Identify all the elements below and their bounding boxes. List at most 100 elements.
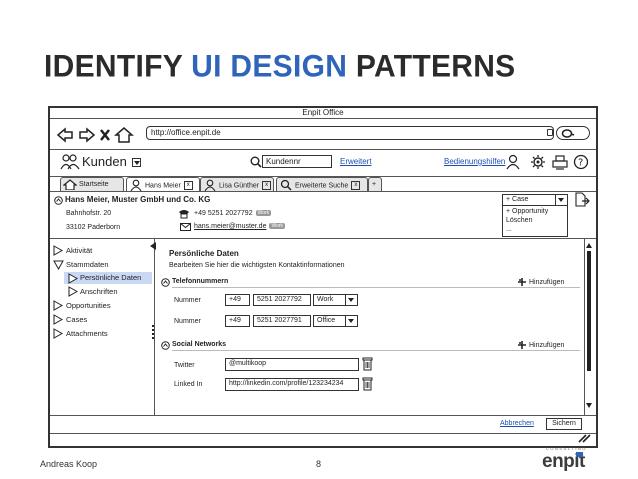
phone-row-label: Nummer [174, 318, 201, 325]
add-icon [518, 278, 526, 286]
nav-item-anschriften[interactable]: Anschriften [68, 286, 118, 297]
search-icon [280, 179, 292, 191]
section-divider [172, 350, 580, 351]
tab-label: Erweiterte Suche [295, 182, 349, 190]
customer-street: Bahnhofstr. 20 [66, 210, 112, 217]
case-option-loeschen[interactable]: Löschen [506, 216, 564, 225]
nav-item-aktivitaet[interactable]: Aktivität [53, 245, 93, 256]
tab-startseite[interactable]: Startseite [60, 177, 124, 191]
trash-icon[interactable] [362, 357, 373, 371]
vertical-scrollbar[interactable] [584, 239, 594, 415]
phone-prefix-input[interactable]: +49 [225, 315, 250, 327]
chevron-down-icon [555, 195, 567, 205]
add-label: Hinzufügen [528, 341, 565, 349]
phone-section-title: Telefonnummern [172, 278, 229, 285]
nav-label: Persönliche Daten [80, 273, 142, 282]
customer-email: hans.meier@muster.de Work [194, 223, 286, 230]
nav-item-persoenliche-daten[interactable]: Persönliche Daten [64, 272, 152, 284]
splitter-handle[interactable] [152, 325, 154, 339]
cancel-link[interactable]: Abbrechen [500, 420, 534, 427]
nav-label: Opportunities [66, 301, 111, 310]
tree-arrow-icon [68, 286, 78, 297]
scroll-up-icon[interactable] [586, 243, 592, 248]
content-heading: Persönliche Daten [169, 249, 239, 258]
save-button[interactable]: Sichern [546, 418, 582, 430]
phone-type-select[interactable]: Work [313, 294, 358, 306]
customer-name: Hans Meier, Muster GmbH und Co. KG [65, 195, 211, 204]
phone-type-value: Work [317, 296, 334, 303]
social-row-label: Linked In [174, 381, 203, 388]
phone-number-input[interactable]: 5251 2027792 [253, 294, 311, 306]
collapse-icon[interactable] [161, 341, 170, 350]
close-icon[interactable]: x [183, 181, 193, 190]
scroll-down-icon[interactable] [586, 403, 592, 408]
nav-item-opportunities[interactable]: Opportunities [53, 300, 111, 311]
title-part-2: PATTERNS [347, 49, 516, 84]
chevron-down-icon [345, 316, 357, 326]
phone-type-value: Office [317, 317, 336, 324]
tab-lisa-guenther[interactable]: Lisa Günther x [200, 177, 274, 191]
close-icon[interactable]: x [262, 181, 272, 190]
logo-accent [576, 452, 583, 457]
section-divider [172, 287, 580, 288]
tree-arrow-icon [53, 245, 63, 256]
scrollbar-thumb[interactable] [587, 251, 591, 371]
nav-item-attachments[interactable]: Attachments [53, 328, 108, 339]
email-type-badge: Work [269, 223, 286, 230]
phone-prefix-input[interactable]: +49 [225, 294, 250, 306]
phone-type-select[interactable]: Office [313, 315, 358, 327]
twitter-input[interactable]: @multikoop [225, 358, 359, 371]
home-icon [63, 179, 77, 190]
nav-item-stammdaten[interactable]: Stammdaten [53, 260, 109, 270]
footer-author: Andreas Koop [40, 459, 98, 469]
case-option-opportunity[interactable]: + Opportunity [506, 207, 564, 216]
plus-icon: + [372, 181, 377, 188]
tree-arrow-icon [53, 300, 63, 311]
customer-phone: +49 5251 2027792 Work [194, 210, 272, 217]
case-dropdown-menu: + Opportunity Löschen ... [502, 205, 568, 237]
social-section-title: Social Networks [172, 341, 227, 348]
tab-label: Hans Meier [145, 182, 181, 190]
tab-erweiterte-suche[interactable]: Erweiterte Suche x [276, 177, 368, 191]
close-icon[interactable]: x [351, 181, 361, 190]
customer-email-link[interactable]: hans.meier@muster.de [194, 223, 266, 230]
chevron-down-icon [345, 295, 357, 305]
nav-label: Attachments [66, 329, 108, 338]
nav-label: Cases [66, 315, 88, 324]
case-option-more[interactable]: ... [506, 225, 564, 234]
social-add-button[interactable]: Hinzufügen [517, 340, 564, 350]
phone-type-badge: Work [255, 210, 272, 217]
customer-phone-value: +49 5251 2027792 [194, 210, 253, 217]
nav-tree: Aktivität Stammdaten Persönliche Daten A… [50, 239, 156, 415]
export-document-icon[interactable] [574, 192, 590, 208]
collapse-icon[interactable] [54, 196, 63, 205]
phone-number-input[interactable]: 5251 2027791 [253, 315, 311, 327]
mockup-window: Enpit Office http://office.enpit.de Kund… [48, 106, 598, 448]
resize-grip-icon[interactable] [577, 433, 591, 443]
expanded-arrow-icon [53, 260, 64, 270]
enpit-logo: CONSULTING enpit [538, 446, 602, 474]
social-row-label: Twitter [174, 362, 195, 369]
tab-bar: Startseite Hans Meier x Lisa Günther x Erw… [50, 108, 596, 192]
collapse-icon[interactable] [161, 278, 170, 287]
add-icon [518, 341, 526, 349]
user-icon [130, 179, 142, 191]
title-part-1: IDENTIFY [44, 49, 192, 84]
tree-arrow-icon [68, 273, 78, 284]
customer-header: Hans Meier, Muster GmbH und Co. KG Bahnh… [50, 192, 596, 239]
title-highlight: UI DESIGN [191, 49, 348, 84]
customer-city: 33102 Paderborn [66, 224, 121, 231]
tab-label: Startseite [79, 181, 109, 188]
trash-icon[interactable] [362, 377, 373, 391]
new-tab-button[interactable]: + [368, 177, 382, 191]
user-icon [204, 179, 216, 191]
nav-label: Aktivität [66, 246, 93, 255]
tab-hans-meier[interactable]: Hans Meier x [126, 177, 200, 192]
tree-arrow-icon [53, 328, 63, 339]
linkedin-input[interactable]: http://linkedin.com/profile/123234234 [225, 378, 359, 391]
tab-label: Lisa Günther [219, 182, 260, 190]
phone-add-button[interactable]: Hinzufügen [517, 277, 564, 287]
content-panel: Persönliche Daten Bearbeiten Sie hier di… [155, 239, 583, 415]
nav-item-cases[interactable]: Cases [53, 314, 88, 325]
footer-page-number: 8 [316, 459, 322, 469]
